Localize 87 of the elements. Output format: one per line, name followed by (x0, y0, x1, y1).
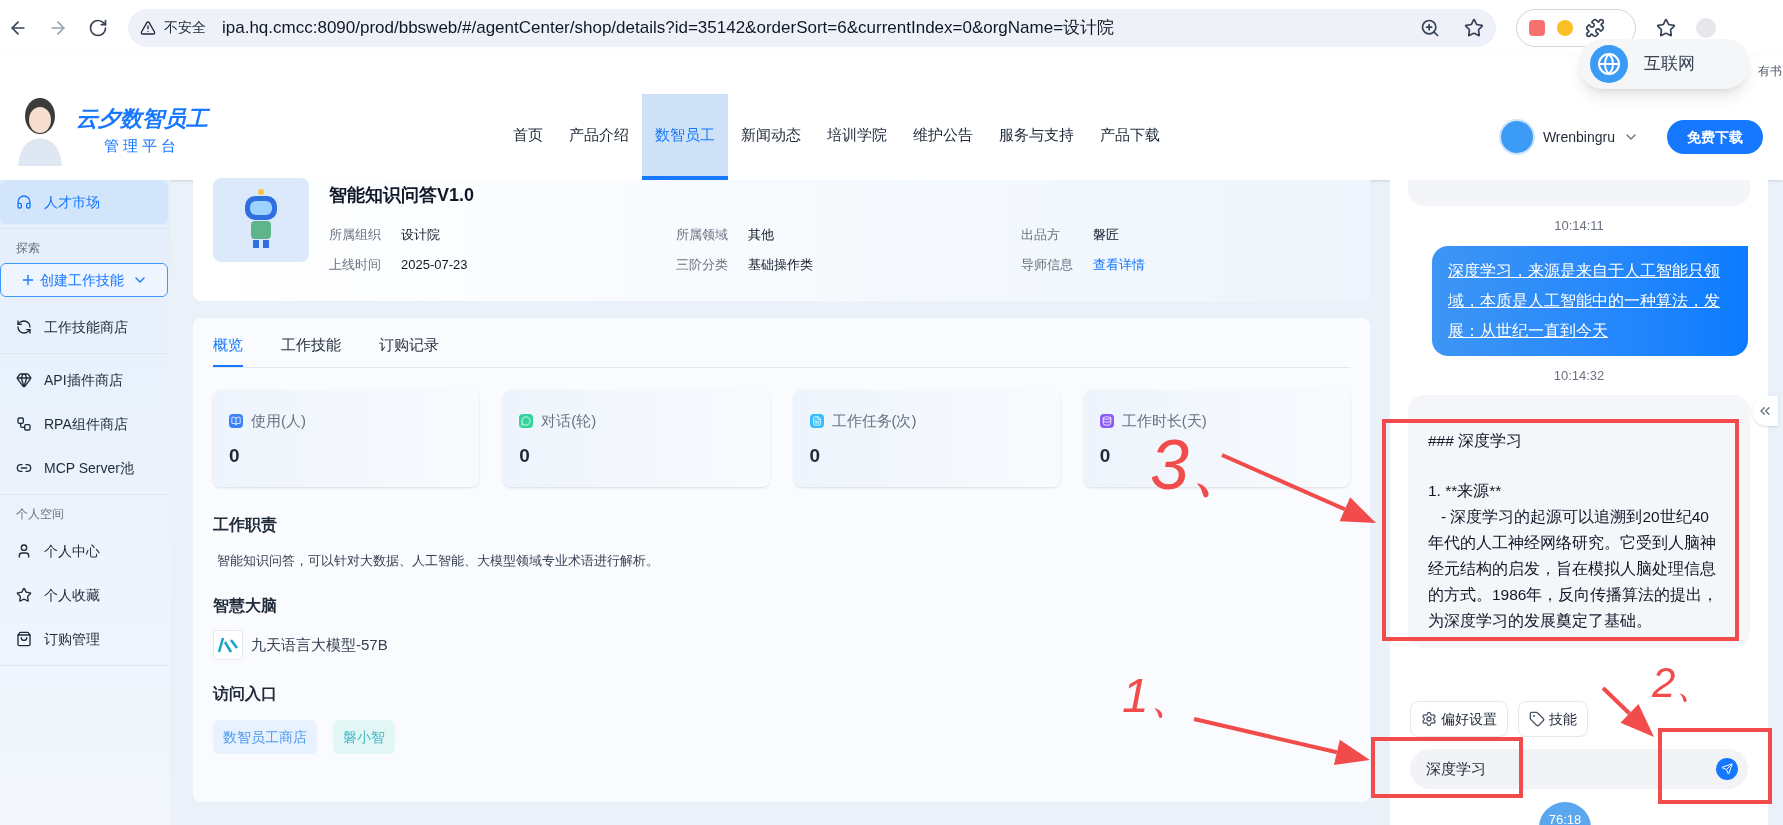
message-line: 1. **来源** (1428, 481, 1503, 501)
nav-tab[interactable]: 产品下载 (1087, 94, 1173, 180)
sidebar-item[interactable]: 个人中心 (0, 529, 168, 573)
field-value: 2025-07-23 (401, 255, 468, 274)
stat-value: 0 (229, 444, 240, 468)
stat-label: 使用(人) (251, 410, 306, 431)
network-badge[interactable]: 互联网 (1578, 39, 1750, 89)
bookmarks-icon[interactable] (1656, 17, 1676, 38)
sidebar-icon (16, 194, 32, 210)
stat-label: 对话(轮) (541, 410, 597, 431)
field-label: 出品方 (1021, 226, 1061, 244)
tool-button[interactable]: 技能 (1518, 701, 1588, 737)
message-line: ### 深度学习 (1428, 431, 1524, 451)
url-text: ipa.hq.cmcc:8090/prod/bbsweb/#/agentCenter/shop/details?id=35142&orderSort=6&currentIndex=0&orgName=设计院 (222, 16, 1115, 39)
annotation-number: 2、 (1652, 662, 1718, 704)
tool-button[interactable]: 偏好设置 (1410, 701, 1508, 737)
field-label: 所属组织 (329, 226, 382, 244)
annotation-number: 1、 (1122, 672, 1197, 720)
nav-tab[interactable]: 培训学院 (814, 94, 900, 180)
extension-icon[interactable] (1529, 19, 1545, 36)
logo-subtitle: 管理平台 (104, 135, 180, 156)
stat-value: 0 (1099, 444, 1111, 468)
sidebar-section-label: 个人空间 (15, 506, 65, 523)
model-name: 九天语言大模型-57B (251, 634, 388, 655)
nav-tab[interactable]: 产品介绍 (556, 94, 642, 180)
model-logo-icon (213, 630, 243, 660)
sidebar-icon (16, 543, 32, 559)
sidebar-icon (16, 319, 32, 335)
field-label: 导师信息 (1021, 255, 1074, 274)
stat-value: 0 (519, 444, 530, 468)
nav-tab[interactable]: 维护公告 (900, 94, 986, 180)
sidebar-icon (16, 587, 32, 603)
section-heading: 访问入口 (213, 684, 277, 704)
tab[interactable]: 工作技能 (281, 334, 341, 367)
address-bar[interactable]: 不安全 ipa.hq.cmcc:8090/prod/bbsweb/#/agentCenter/shop/details?id=35142&orderSort=6&currentIndex=0&orgName=设计院 (128, 8, 1496, 47)
annotation-number: 3、 (1150, 430, 1259, 500)
stat-label: 工作任务(次) (831, 410, 917, 431)
message-time: 10:14:32 (1552, 366, 1606, 385)
sidebar-section-label: 探索 (15, 240, 41, 257)
agent-title: 智能知识问答V1.0 (329, 184, 476, 207)
puzzle-icon[interactable] (1585, 17, 1605, 38)
field-value: 其他 (748, 226, 774, 244)
create-skill-button[interactable]: 创建工作技能 (0, 263, 168, 297)
message-time: 10:14:11 (1553, 217, 1605, 235)
annotation-arrow (1601, 686, 1654, 737)
gear-icon (1421, 711, 1437, 727)
user-message: 深度学习，来源是来自于人工智能只领域，本质是人工智能中的一种算法，发展：从世纪一直到今天 (1432, 245, 1748, 356)
field-label: 三阶分类 (676, 255, 729, 274)
field-value: 基础操作类 (748, 255, 813, 274)
user-name[interactable]: Wrenbingru (1542, 126, 1615, 148)
field-value: 磐匠 (1093, 226, 1119, 244)
message-line: - 深度学习的起源可以追溯到20世纪40年代的人工神经网络研究。它受到人脑神经元结构的启发，旨在模拟人脑处理信息的方式。1986年，反向传播算法的提出，为深度学习的发展奠定了基础。 (1428, 507, 1720, 631)
sidebar-icon (16, 631, 32, 647)
nav-tab[interactable]: 首页 (500, 94, 556, 180)
field-label: 所属领域 (676, 226, 729, 244)
nav-tab[interactable]: 新闻动态 (728, 94, 814, 180)
logo-title: 云夕数智员工 (76, 104, 208, 133)
sidebar-icon (16, 416, 32, 432)
nav-tab[interactable]: 服务与支持 (986, 94, 1087, 180)
sidebar-item[interactable]: MCP Server池 (0, 446, 168, 490)
section-heading: 智慧大脑 (213, 596, 278, 616)
details-link[interactable]: 查看详情 (1093, 254, 1145, 274)
sidebar-icon (16, 372, 32, 388)
duty-description: 智能知识问答，可以针对大数据、人工智能、大模型领域专业术语进行解析。 (216, 551, 660, 570)
field-label: 上线时间 (329, 255, 382, 274)
tag-icon (1529, 711, 1545, 727)
bookmark-text: 有书 (1758, 63, 1782, 80)
plus-icon (20, 272, 36, 288)
bookmark-star-icon[interactable] (1464, 17, 1484, 38)
download-button[interactable]: 免费下载 (1667, 120, 1763, 154)
reload-icon[interactable] (88, 17, 108, 38)
sidebar-item[interactable]: API插件商店 (0, 358, 168, 402)
section-heading: 工作职责 (213, 514, 278, 536)
chat-input[interactable]: 深度学习 (1410, 749, 1748, 789)
tab[interactable]: 订购记录 (379, 334, 439, 367)
sidebar-item[interactable]: 个人收藏 (0, 573, 168, 617)
sidebar-item[interactable]: 订购管理 (0, 617, 168, 661)
zoom-icon[interactable] (1420, 17, 1440, 38)
tab[interactable]: 概览 (213, 334, 243, 367)
stat-value: 0 (809, 444, 821, 468)
warning-icon (140, 19, 156, 36)
user-avatar-icon[interactable] (1498, 119, 1535, 155)
stat-label: 工作时长(天) (1121, 410, 1207, 431)
security-label: 不安全 (164, 18, 206, 37)
field-value: 设计院 (401, 226, 440, 244)
sidebar-item[interactable]: 工作技能商店 (0, 305, 168, 349)
sidebar-item[interactable]: RPA组件商店 (0, 402, 168, 446)
